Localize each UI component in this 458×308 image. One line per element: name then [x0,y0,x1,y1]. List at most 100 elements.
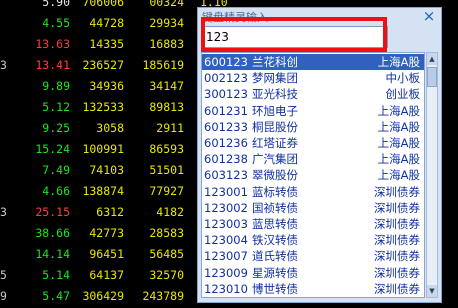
result-code: 123007 [204,249,248,264]
result-item[interactable]: 601236 红塔证券 上海A股 [202,135,424,151]
result-item[interactable]: 123009 星源转债 深圳债券 [202,265,424,281]
result-name: 亚光科技 [252,87,298,102]
result-board: 深圳债券 [374,200,420,215]
result-name: 兰花科创 [252,55,298,69]
result-name: 星源转债 [252,265,298,280]
volume-cell: 306429 [82,289,124,303]
volume-cell: 236527 [82,58,124,72]
result-code: 601238 [204,152,248,167]
price-cell: 15.24 [35,142,70,156]
price-cell: 4.55 [42,16,70,30]
result-code: 123002 [204,200,248,215]
result-name: 红塔证券 [252,136,298,150]
result-code: 300123 [204,87,248,102]
result-item[interactable]: 123010 博世转债 深圳债券 [202,281,424,297]
close-icon[interactable]: × [421,9,437,25]
row-index: 5 [0,268,7,282]
result-board: 深圳债券 [374,249,420,264]
price-cell: 7.49 [42,163,70,177]
amount-cell: 86593 [149,142,184,156]
result-item[interactable]: 123007 道氏转债 深圳债券 [202,248,424,264]
price-cell: 5.90 [42,0,70,9]
volume-cell: 14335 [89,37,124,51]
scroll-down-arrow-icon[interactable]: ▼ [427,285,437,297]
amount-cell: 185619 [142,58,184,72]
price-cell: 5.14 [42,268,70,282]
price-cell: 9.89 [42,79,70,93]
amount-cell: 34147 [149,79,184,93]
scroll-thumb[interactable] [427,67,437,87]
result-name: 桐昆股份 [252,119,298,134]
amount-cell: 77927 [149,184,184,198]
result-board: 深圳债券 [374,233,420,248]
amount-cell: 16883 [149,37,184,51]
result-item[interactable]: 123002 国祯转债 深圳债券 [202,200,424,216]
volume-cell: 96451 [89,247,124,261]
volume-cell: 44728 [89,16,124,30]
amount-cell: 00324 [149,0,184,9]
popup-title: 键盘精灵输入 [202,11,268,24]
result-item[interactable]: 603123 翠微股份 上海A股 [202,167,424,183]
result-name: 博世转债 [252,281,298,296]
result-board: 深圳债券 [374,281,420,296]
volume-cell: 64137 [89,268,124,282]
result-board: 上海A股 [377,119,420,134]
search-results-list[interactable]: 600123 兰花科创 上海A股 002123 梦网集团 中小板 300123 亚光科技 创业板… [201,52,425,298]
result-code: 601231 [204,103,248,118]
amount-cell: 32570 [149,268,184,282]
result-item[interactable]: 123004 铁汉转债 深圳债券 [202,232,424,248]
price-cell: 13.41 [35,58,70,72]
result-code: 123004 [204,233,248,248]
price-cell: 25.15 [35,205,70,219]
result-name: 道氏转债 [252,249,298,264]
result-item[interactable]: 600123 兰花科创 上海A股 [202,54,424,70]
volume-cell: 138874 [82,184,124,198]
result-item[interactable]: 601238 广汽集团 上海A股 [202,151,424,167]
amount-cell: 29934 [149,16,184,30]
volume-cell: 74103 [89,163,124,177]
result-name: 环旭电子 [252,103,298,118]
result-name: 梦网集团 [252,71,298,86]
price-cell: 14.14 [35,247,70,261]
volume-cell: 42773 [89,226,124,240]
results-scrollbar[interactable]: ▲ ▼ [426,52,438,298]
volume-cell: 6312 [96,205,124,219]
result-board: 上海A股 [377,168,420,183]
result-code: 123001 [204,184,248,199]
result-name: 国祯转债 [252,200,298,215]
amount-cell: 243789 [142,289,184,303]
search-input[interactable] [202,26,388,48]
result-item[interactable]: 123001 蓝标转债 深圳债券 [202,184,424,200]
amount-cell: 28583 [149,226,184,240]
price-cell: 9.25 [42,121,70,135]
price-cell: 38.66 [35,226,70,240]
result-board: 上海A股 [377,103,420,118]
result-code: 123010 [204,281,248,296]
result-board: 深圳债券 [374,184,420,199]
result-code: 601233 [204,119,248,134]
amount-cell: 4182 [156,205,184,219]
result-name: 铁汉转债 [252,233,298,248]
volume-cell: 132533 [82,100,124,114]
result-name: 翠微股份 [252,168,298,183]
row-index: 3 [0,58,7,72]
amount-cell: 89813 [149,100,184,114]
result-board: 中小板 [385,71,421,86]
row-index: 9 [0,289,7,303]
result-item[interactable]: 002123 梦网集团 中小板 [202,70,424,86]
volume-cell: 3058 [96,121,124,135]
result-code: 123003 [204,217,248,231]
result-item[interactable]: 601233 桐昆股份 上海A股 [202,119,424,135]
scroll-up-arrow-icon[interactable]: ▲ [427,53,437,65]
result-name: 蓝思转债 [252,217,298,231]
result-board: 深圳债券 [374,217,420,231]
result-item[interactable]: 123003 蓝思转债 深圳债券 [202,216,424,232]
result-board: 创业板 [385,87,421,102]
price-cell: 13.63 [35,37,70,51]
volume-cell: 100991 [82,142,124,156]
price-cell: 5.47 [42,289,70,303]
result-item[interactable]: 300123 亚光科技 创业板 [202,86,424,102]
row-index: 3 [0,205,7,219]
price-cell: 4.66 [42,184,70,198]
result-item[interactable]: 601231 环旭电子 上海A股 [202,103,424,119]
